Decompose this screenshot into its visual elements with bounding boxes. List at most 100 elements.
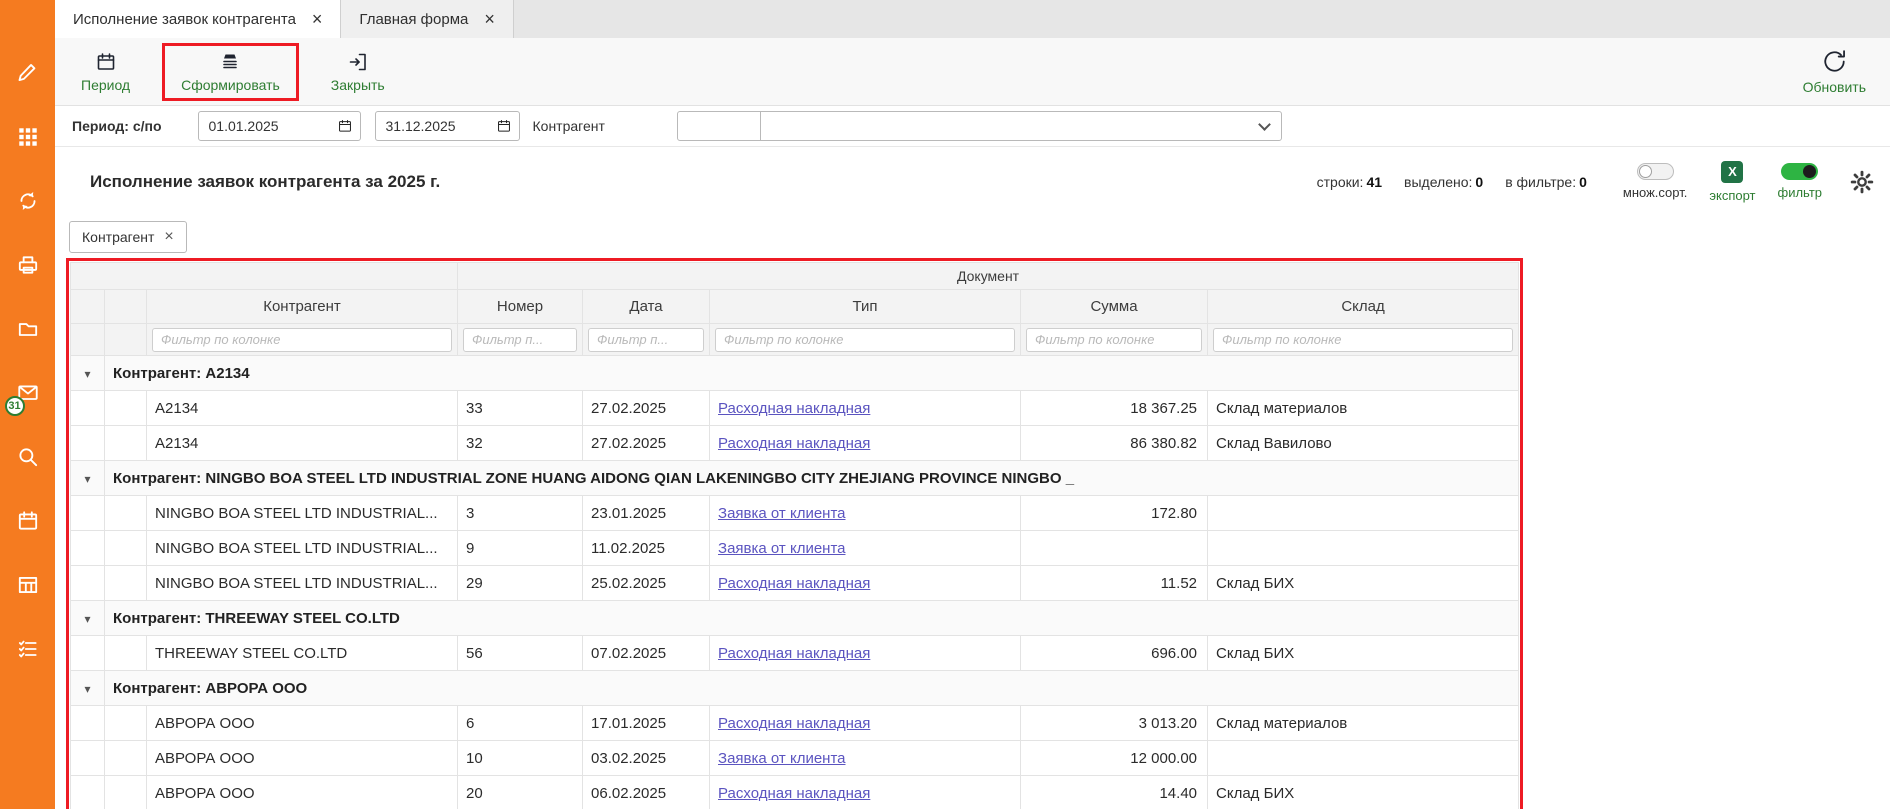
filter-input-counterparty[interactable] <box>152 328 452 352</box>
row-select-cell <box>105 531 147 566</box>
doc-type-link[interactable]: Расходная накладная <box>718 575 870 592</box>
period-button-label: Период <box>81 77 130 93</box>
cell-doc-type: Расходная накладная <box>710 426 1021 461</box>
close-button[interactable]: Закрыть <box>325 49 391 95</box>
row-expander-cell <box>71 496 105 531</box>
calendar-picker-icon[interactable] <box>337 118 353 134</box>
column-header-number[interactable]: Номер <box>458 290 583 324</box>
tab-label: Исполнение заявок контрагента <box>73 11 296 28</box>
column-header-type[interactable]: Тип <box>710 290 1021 324</box>
settings-gear-icon[interactable] <box>1850 170 1874 194</box>
doc-type-link[interactable]: Расходная накладная <box>718 715 870 732</box>
table-row[interactable]: А21343327.02.2025Расходная накладная18 3… <box>71 391 1519 426</box>
date-from-input[interactable]: 01.01.2025 <box>198 111 361 141</box>
generate-button[interactable]: Сформировать <box>175 49 286 95</box>
table-row[interactable]: А21343227.02.2025Расходная накладная86 3… <box>71 426 1519 461</box>
group-title: Контрагент: THREEWAY STEEL CO.LTD <box>105 601 1519 636</box>
cell-date: 06.02.2025 <box>583 776 710 809</box>
filter-input-type[interactable] <box>715 328 1015 352</box>
date-to-value: 31.12.2025 <box>386 118 456 134</box>
tab-bar: Исполнение заявок контрагента × Главная … <box>55 0 1890 38</box>
table-row[interactable]: АВРОРА ООО1003.02.2025Заявка от клиента1… <box>71 741 1519 776</box>
cell-sum: 11.52 <box>1021 566 1208 601</box>
search-icon[interactable] <box>15 444 41 470</box>
cell-warehouse: Склад материалов <box>1208 706 1519 741</box>
filter-input-number[interactable] <box>463 328 577 352</box>
filter-toggle[interactable] <box>1781 163 1818 180</box>
table-row[interactable]: NINGBO BOA STEEL LTD INDUSTRIAL...911.02… <box>71 531 1519 566</box>
column-header-sum[interactable]: Сумма <box>1021 290 1208 324</box>
calendar-picker-icon[interactable] <box>496 118 512 134</box>
mail-icon[interactable]: 31 <box>15 380 41 406</box>
filter-chip-counterparty[interactable]: Контрагент × <box>69 221 187 253</box>
rows-count: строки:41 <box>1317 174 1382 190</box>
collapse-group-icon[interactable]: ▾ <box>84 682 90 696</box>
folder-icon[interactable] <box>15 316 41 342</box>
cell-warehouse <box>1208 741 1519 776</box>
refresh-button[interactable]: Обновить <box>1797 46 1872 97</box>
edit-icon[interactable] <box>15 60 41 86</box>
doc-type-link[interactable]: Расходная накладная <box>718 785 870 802</box>
cell-doc-type: Заявка от клиента <box>710 741 1021 776</box>
calendar-icon[interactable] <box>15 508 41 534</box>
table-row[interactable]: THREEWAY STEEL CO.LTD5607.02.2025Расходн… <box>71 636 1519 671</box>
group-row: ▾ Контрагент: А2134 <box>71 356 1519 391</box>
spreadsheet-icon[interactable] <box>15 572 41 598</box>
cell-counterparty: NINGBO BOA STEEL LTD INDUSTRIAL... <box>147 531 458 566</box>
sync-icon[interactable] <box>15 188 41 214</box>
doc-type-link[interactable]: Расходная накладная <box>718 435 870 452</box>
filter-input-warehouse[interactable] <box>1213 328 1513 352</box>
table-row[interactable]: АВРОРА ООО2006.02.2025Расходная накладна… <box>71 776 1519 809</box>
counterparty-code-input[interactable] <box>677 111 761 141</box>
doc-type-link[interactable]: Расходная накладная <box>718 400 870 417</box>
collapse-group-icon[interactable]: ▾ <box>84 367 90 381</box>
table-row[interactable]: NINGBO BOA STEEL LTD INDUSTRIAL...323.01… <box>71 496 1519 531</box>
cell-number: 3 <box>458 496 583 531</box>
cell-sum: 696.00 <box>1021 636 1208 671</box>
tasks-icon[interactable] <box>15 636 41 662</box>
tab-main-form[interactable]: Главная форма × <box>341 0 513 38</box>
row-select-cell <box>105 776 147 809</box>
column-header-counterparty[interactable]: Контрагент <box>147 290 458 324</box>
collapse-group-icon[interactable]: ▾ <box>84 472 90 486</box>
tab-close-icon[interactable]: × <box>484 10 495 28</box>
column-header-date[interactable]: Дата <box>583 290 710 324</box>
excel-export-icon[interactable]: X <box>1721 161 1743 183</box>
multisort-group: множ.сорт. <box>1623 163 1687 200</box>
counterparty-select[interactable] <box>760 111 1282 141</box>
group-title: Контрагент: АВРОРА ООО <box>105 671 1519 706</box>
multisort-toggle[interactable] <box>1637 163 1674 180</box>
group-title: Контрагент: А2134 <box>105 356 1519 391</box>
filter-input-sum[interactable] <box>1026 328 1202 352</box>
table-row[interactable]: NINGBO BOA STEEL LTD INDUSTRIAL...2925.0… <box>71 566 1519 601</box>
row-select-cell <box>105 496 147 531</box>
row-select-cell <box>105 706 147 741</box>
collapse-group-icon[interactable]: ▾ <box>84 612 90 626</box>
cell-sum: 14.40 <box>1021 776 1208 809</box>
doc-type-link[interactable]: Заявка от клиента <box>718 750 845 767</box>
column-header-warehouse[interactable]: Склад <box>1208 290 1519 324</box>
apps-grid-icon[interactable] <box>15 124 41 150</box>
cell-date: 27.02.2025 <box>583 391 710 426</box>
doc-type-link[interactable]: Заявка от клиента <box>718 540 845 557</box>
tab-request-execution[interactable]: Исполнение заявок контрагента × <box>55 0 341 38</box>
cell-warehouse <box>1208 531 1519 566</box>
doc-type-link[interactable]: Расходная накладная <box>718 645 870 662</box>
row-expander-cell <box>71 741 105 776</box>
filter-bar: Период: с/по 01.01.2025 31.12.2025 Контр… <box>55 106 1890 147</box>
chip-close-icon[interactable]: × <box>164 229 173 245</box>
date-to-input[interactable]: 31.12.2025 <box>375 111 520 141</box>
sidebar: 31 <box>0 0 55 809</box>
period-button[interactable]: Период <box>75 49 136 95</box>
doc-type-link[interactable]: Заявка от клиента <box>718 505 845 522</box>
row-select-cell <box>105 391 147 426</box>
row-select-cell <box>105 636 147 671</box>
filter-input-date[interactable] <box>588 328 704 352</box>
row-select-cell <box>105 741 147 776</box>
table-row[interactable]: АВРОРА ООО617.01.2025Расходная накладная… <box>71 706 1519 741</box>
calendar-icon <box>95 51 117 73</box>
tab-close-icon[interactable]: × <box>312 10 323 28</box>
cell-counterparty: NINGBO BOA STEEL LTD INDUSTRIAL... <box>147 496 458 531</box>
close-button-label: Закрыть <box>331 77 385 93</box>
print-icon[interactable] <box>15 252 41 278</box>
